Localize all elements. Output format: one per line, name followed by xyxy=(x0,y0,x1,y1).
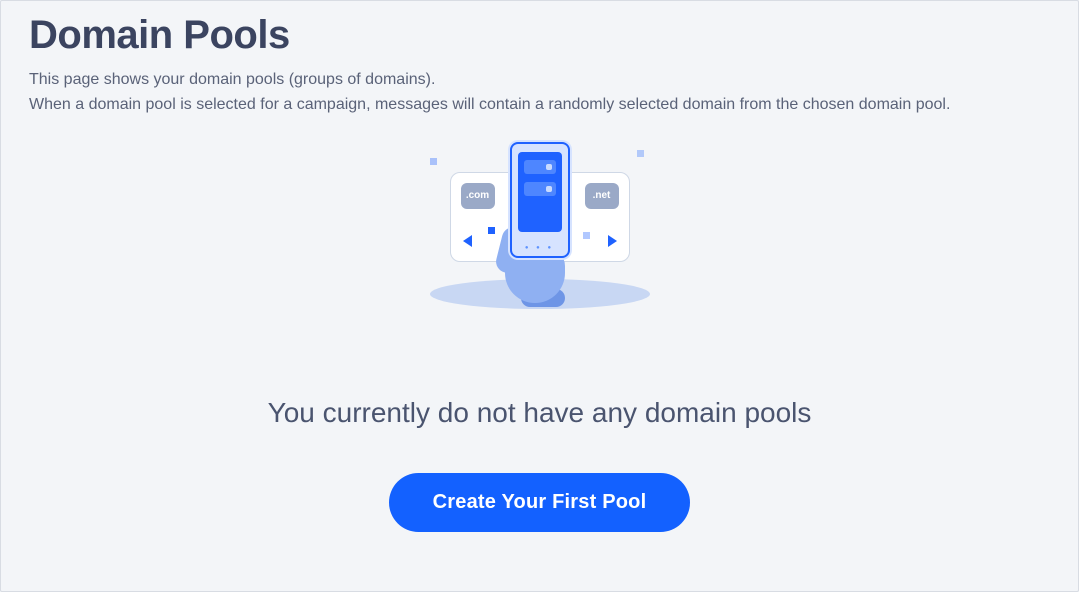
confetti-square-icon xyxy=(637,150,644,157)
cta-row: Create Your First Pool xyxy=(29,473,1050,532)
page-description-line2: When a domain pool is selected for a cam… xyxy=(29,96,950,113)
page-description: This page shows your domain pools (group… xyxy=(29,68,1050,118)
page-description-line1: This page shows your domain pools (group… xyxy=(29,71,435,88)
empty-state: .com .net ● ● ● You cur xyxy=(29,142,1050,532)
empty-state-illustration: .com .net ● ● ● xyxy=(450,142,630,317)
arrow-right-icon xyxy=(608,235,617,247)
phone-icon: ● ● ● xyxy=(510,142,570,258)
confetti-square-icon xyxy=(430,158,437,165)
confetti-square-icon xyxy=(488,227,495,234)
tld-chip-com: .com xyxy=(461,183,495,209)
page-title: Domain Pools xyxy=(29,13,1050,58)
arrow-left-icon xyxy=(463,235,472,247)
empty-state-message: You currently do not have any domain poo… xyxy=(29,397,1050,429)
tld-chip-net: .net xyxy=(585,183,619,209)
domain-pools-panel: Domain Pools This page shows your domain… xyxy=(0,0,1079,592)
create-first-pool-button[interactable]: Create Your First Pool xyxy=(389,473,691,532)
